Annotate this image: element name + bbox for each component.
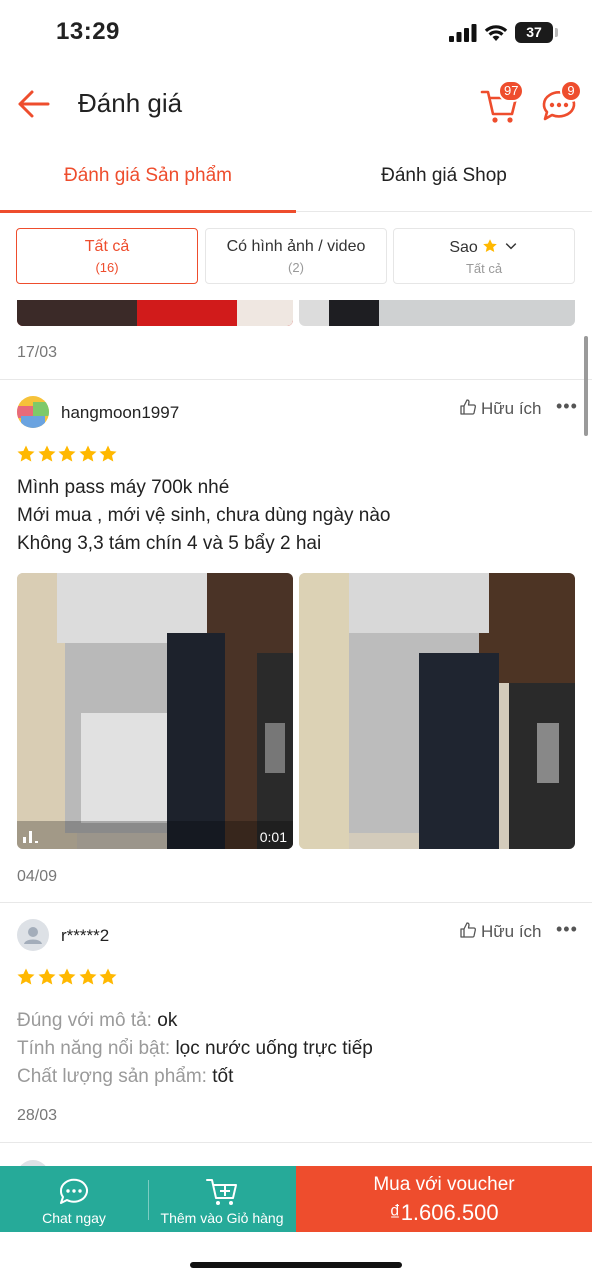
star-icon	[79, 445, 96, 462]
chat-badge: 9	[560, 80, 582, 102]
review-date: 28/03	[17, 1107, 58, 1124]
filter-star-sub: Tất cả	[465, 261, 503, 276]
filter-all-count: (16)	[95, 260, 119, 275]
video-duration: 0:01	[259, 829, 287, 845]
chat-icon	[59, 1178, 88, 1204]
wifi-icon	[484, 25, 508, 41]
star-icon	[17, 445, 35, 462]
review-line: Không 3,3 tám chín 4 và 5 bẩy 2 hai	[17, 533, 322, 554]
filter-media-label: Có hình ảnh / video	[226, 238, 366, 255]
review-date: 04/09	[17, 868, 58, 885]
filter-all[interactable]: Tất cả (16)	[16, 228, 198, 284]
buy-price: ₫1.606.500	[389, 1200, 499, 1225]
battery-indicator: 37	[515, 22, 558, 43]
filter-media-count: (2)	[288, 260, 304, 275]
review-tabs: Đánh giá Sản phẩm Đánh giá Shop	[0, 144, 592, 213]
attribute-row: Chất lượng sản phẩm: tốt	[17, 1066, 234, 1087]
thumbs-up-icon	[460, 399, 476, 415]
review-username[interactable]: hangmoon1997	[61, 403, 179, 423]
filter-all-label: Tất cả	[84, 238, 130, 255]
buy-label: Mua với voucher	[373, 1174, 515, 1195]
review-line: Mình pass máy 700k nhé	[17, 477, 230, 498]
home-indicator	[190, 1262, 402, 1268]
filter-bar: Tất cả (16) Có hình ảnh / video (2) Sao …	[16, 228, 576, 284]
thumbs-up-icon	[460, 922, 476, 938]
tab-product-reviews[interactable]: Đánh giá Sản phẩm	[0, 144, 296, 213]
star-icon	[38, 968, 55, 985]
review-date: 17/03	[17, 344, 58, 361]
tab-shop-reviews[interactable]: Đánh giá Shop	[296, 144, 592, 212]
scrollbar[interactable]	[584, 336, 588, 436]
review-text: Mình pass máy 700k nhé Mới mua , mới vệ …	[17, 474, 391, 558]
star-icon	[99, 445, 117, 462]
review-photo[interactable]	[299, 300, 575, 326]
add-cart-icon	[206, 1179, 237, 1205]
divider	[0, 902, 592, 903]
chat-now-button[interactable]: Chat ngay	[0, 1166, 148, 1232]
review-line: Mới mua , mới vệ sinh, chưa dùng ngày nà…	[17, 505, 391, 526]
helpful-button[interactable]: Hữu ích	[459, 398, 542, 419]
star-icon	[38, 445, 55, 462]
cart-button[interactable]: 97	[478, 80, 525, 126]
star-icon	[58, 968, 76, 985]
filter-media[interactable]: Có hình ảnh / video (2)	[205, 228, 387, 284]
add-to-cart-button[interactable]: Thêm vào Giỏ hàng	[148, 1166, 296, 1232]
review-username[interactable]: r*****2	[61, 926, 109, 946]
review-video[interactable]: 0:01	[17, 573, 293, 849]
avatar[interactable]	[17, 919, 49, 951]
chat-button[interactable]: 9	[538, 80, 582, 126]
helpful-button[interactable]: Hữu ích	[459, 921, 542, 942]
status-bar: 13:29 37	[0, 0, 592, 66]
attribute-row: Tính năng nổi bật: lọc nước uống trực ti…	[17, 1038, 373, 1059]
star-icon	[58, 445, 76, 462]
back-arrow-icon[interactable]	[14, 84, 54, 124]
star-rating	[16, 444, 119, 464]
signal-icon	[449, 24, 477, 42]
add-to-cart-label: Thêm vào Giỏ hàng	[160, 1210, 284, 1226]
bottom-action-bar: Chat ngay Thêm vào Giỏ hàng Mua với vouc…	[0, 1166, 592, 1232]
star-icon	[79, 968, 96, 985]
star-rating	[16, 967, 119, 987]
filter-star-label: Sao	[449, 239, 478, 256]
app-header: Đánh giá 97 9	[0, 66, 592, 144]
star-icon	[99, 968, 117, 985]
reviews-list[interactable]: 17/03 hangmoon1997 Hữu ích ••• Mình pass…	[0, 300, 592, 1166]
review-photo[interactable]	[299, 573, 575, 849]
star-icon	[17, 968, 35, 985]
filter-star[interactable]: Sao Tất cả	[393, 228, 575, 284]
video-controls	[17, 821, 293, 849]
chevron-down-icon	[505, 243, 516, 250]
more-options-icon[interactable]: •••	[556, 919, 578, 940]
attribute-row: Đúng với mô tả: ok	[17, 1010, 178, 1031]
star-icon	[483, 239, 498, 252]
video-icon	[23, 831, 38, 843]
status-time: 13:29	[56, 18, 120, 45]
buy-with-voucher-button[interactable]: Mua với voucher ₫1.606.500	[296, 1166, 592, 1232]
chat-now-label: Chat ngay	[42, 1210, 106, 1226]
review-attributes: Đúng với mô tả: ok Tính năng nổi bật: lọ…	[17, 1007, 373, 1091]
cart-badge: 97	[498, 80, 525, 102]
divider	[0, 379, 592, 380]
page-title: Đánh giá	[78, 88, 183, 118]
more-options-icon[interactable]: •••	[556, 396, 578, 417]
review-photo[interactable]	[17, 300, 293, 326]
divider	[0, 1142, 592, 1143]
avatar[interactable]	[17, 396, 49, 428]
